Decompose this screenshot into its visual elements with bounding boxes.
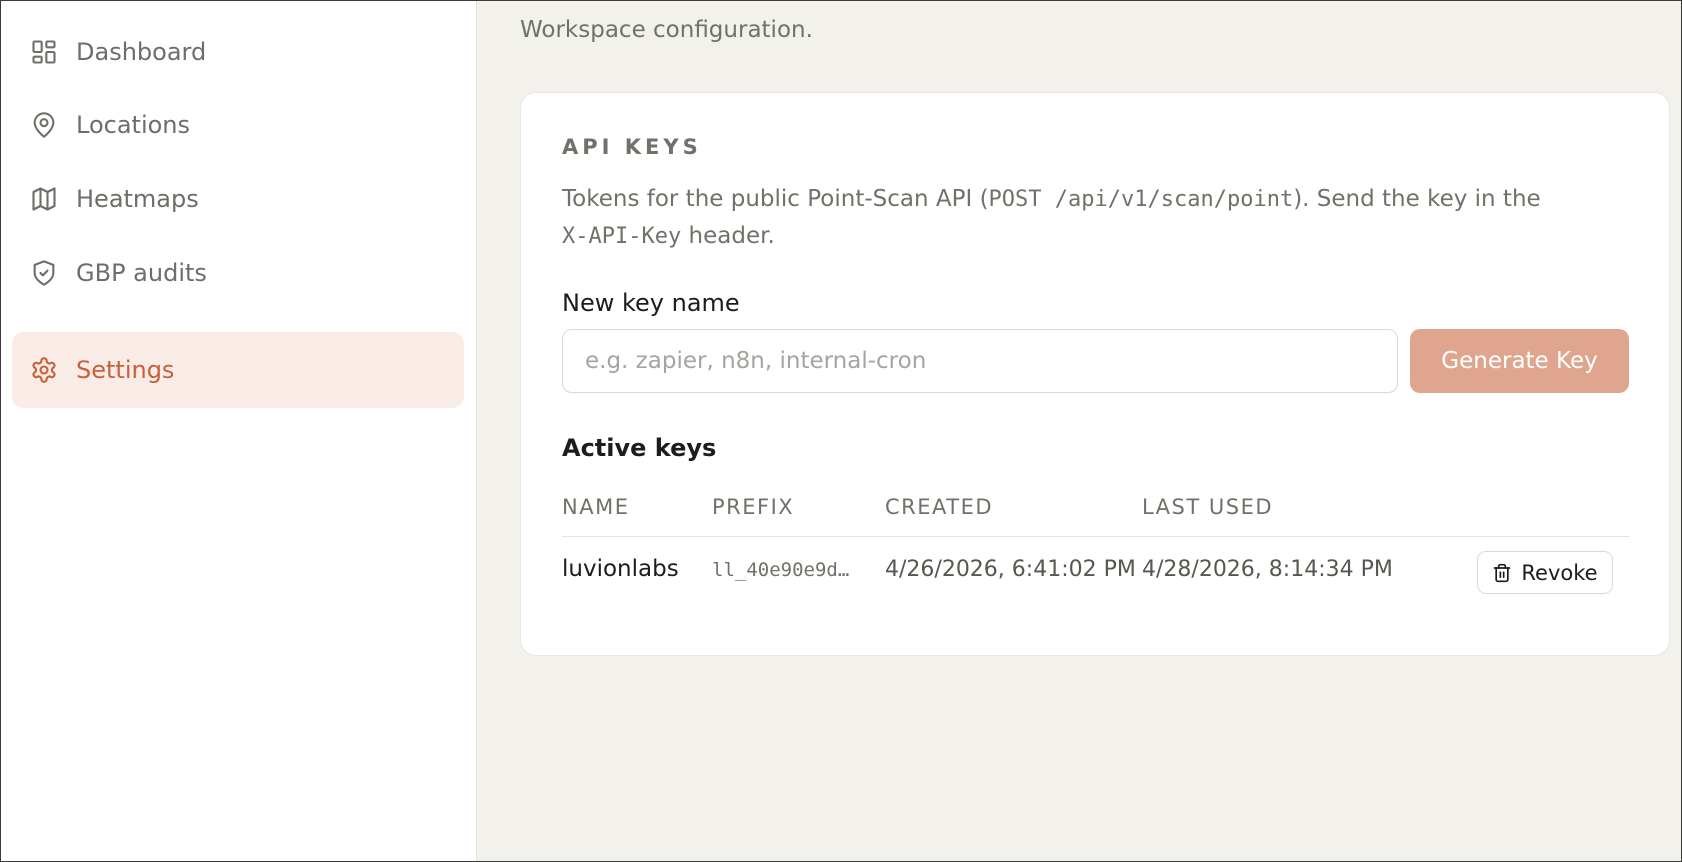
api-keys-card: API KEYS Tokens for the public Point-Sca… bbox=[520, 92, 1670, 656]
column-header-prefix: PREFIX bbox=[712, 495, 795, 519]
endpoint-code: POST /api/v1/scan/point bbox=[988, 187, 1294, 212]
key-created: 4/26/2026, 6:41:02 PM bbox=[885, 557, 1136, 582]
page-subtitle: Workspace configuration. bbox=[520, 17, 813, 43]
key-last-used: 4/28/2026, 8:14:34 PM bbox=[1142, 557, 1393, 582]
dashboard-icon bbox=[30, 38, 58, 66]
new-key-name-input[interactable] bbox=[562, 329, 1398, 393]
gear-icon bbox=[30, 356, 58, 384]
sidebar-item-heatmaps[interactable]: Heatmaps bbox=[12, 161, 464, 237]
sidebar-item-label: Locations bbox=[76, 111, 191, 139]
table-header: NAME PREFIX CREATED LAST USED bbox=[562, 495, 1629, 537]
column-header-last-used: LAST USED bbox=[1142, 495, 1274, 519]
new-key-label: New key name bbox=[562, 289, 740, 317]
key-name: luvionlabs bbox=[562, 556, 679, 582]
generate-key-button[interactable]: Generate Key bbox=[1410, 329, 1629, 393]
sidebar-item-label: GBP audits bbox=[76, 259, 207, 287]
column-header-name: NAME bbox=[562, 495, 630, 519]
map-icon bbox=[30, 185, 58, 213]
main-content: Workspace configuration. API KEYS Tokens… bbox=[478, 1, 1681, 861]
active-keys-table: NAME PREFIX CREATED LAST USED luvionlabs… bbox=[562, 495, 1629, 609]
key-prefix: ll_40e90e9d… bbox=[712, 559, 850, 581]
desc-text: Tokens for the public Point-Scan API ( bbox=[562, 186, 989, 212]
card-description: Tokens for the public Point-Scan API (PO… bbox=[562, 181, 1642, 255]
active-keys-title: Active keys bbox=[562, 434, 717, 462]
sidebar-item-label: Settings bbox=[76, 356, 175, 384]
card-title: API KEYS bbox=[562, 135, 702, 159]
desc-text: ). Send the key in the bbox=[1293, 186, 1541, 212]
sidebar-item-dashboard[interactable]: Dashboard bbox=[12, 14, 464, 90]
sidebar-item-label: Dashboard bbox=[76, 38, 207, 66]
sidebar-item-label: Heatmaps bbox=[76, 185, 199, 213]
header-code: X-API-Key bbox=[562, 224, 682, 249]
sidebar-item-settings[interactable]: Settings bbox=[12, 332, 464, 408]
trash-icon bbox=[1494, 563, 1511, 582]
map-pin-icon bbox=[30, 111, 58, 139]
table-row: luvionlabs ll_40e90e9d… 4/26/2026, 6:41:… bbox=[562, 537, 1629, 609]
revoke-label: Revoke bbox=[1521, 560, 1598, 585]
column-header-created: CREATED bbox=[885, 495, 994, 519]
shield-check-icon bbox=[30, 259, 58, 287]
sidebar-item-gbp-audits[interactable]: GBP audits bbox=[12, 235, 464, 311]
sidebar: Dashboard Locations Heatmaps GBP audits … bbox=[1, 1, 477, 861]
revoke-button[interactable]: Revoke bbox=[1477, 551, 1613, 594]
sidebar-item-locations[interactable]: Locations bbox=[12, 87, 464, 163]
desc-text: header. bbox=[681, 223, 775, 249]
